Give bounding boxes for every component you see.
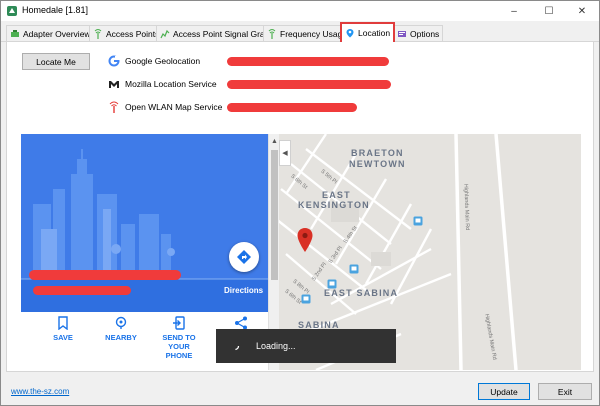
- directions-icon: [237, 250, 251, 264]
- service-name: Google Geolocation: [125, 56, 201, 66]
- loading-toast: Loading...: [216, 329, 396, 363]
- tab-label: Location: [358, 28, 391, 38]
- service-open-wlan-map: Open WLAN Map Service: [107, 100, 222, 114]
- redaction-mark: [33, 286, 131, 295]
- homedale-app-icon: [7, 6, 17, 16]
- exit-button[interactable]: Exit: [538, 383, 592, 400]
- spinner-icon: [230, 341, 240, 351]
- redaction-mark: [29, 270, 181, 280]
- tab-access-points[interactable]: Access Points: [89, 25, 164, 41]
- minimize-button[interactable]: –: [497, 1, 531, 21]
- action-label-line2: PHONE: [165, 351, 193, 360]
- options-icon: [398, 30, 406, 37]
- title-bar: Homedale [1.81] – ☐ ✕: [1, 1, 599, 21]
- transit-icon: [349, 264, 359, 274]
- redaction-mark: [227, 57, 389, 66]
- service-name: Open WLAN Map Service: [125, 102, 223, 112]
- bookmark-icon: [58, 316, 68, 330]
- tab-strip: Adapter Overview Access Points Access Po…: [1, 21, 599, 42]
- area-label: EAST SABINA: [324, 288, 399, 298]
- save-action[interactable]: SAVE: [35, 316, 91, 342]
- directions-button[interactable]: [229, 242, 259, 272]
- tab-label: Frequency Usage: [280, 28, 348, 39]
- close-button[interactable]: ✕: [565, 1, 599, 21]
- redaction-mark: [227, 103, 357, 112]
- tab-location[interactable]: Location: [340, 22, 396, 42]
- tab-label: Access Point Signal Graph: [173, 28, 275, 39]
- homedale-window: Homedale [1.81] – ☐ ✕ Adapter Overview A…: [0, 0, 600, 406]
- update-button[interactable]: Update: [478, 383, 530, 400]
- send-to-phone-action[interactable]: SEND TO YOUR PHONE: [151, 316, 207, 360]
- maximize-icon: ☐: [544, 5, 554, 17]
- location-pin-icon: [346, 29, 354, 38]
- chevron-left-icon: ◀: [282, 150, 288, 157]
- transit-icon: [301, 294, 311, 304]
- locate-me-button[interactable]: Locate Me: [22, 53, 90, 70]
- transit-icon: [327, 279, 337, 289]
- action-label: SAVE: [53, 333, 73, 342]
- scroll-thumb[interactable]: [271, 150, 278, 280]
- share-icon: [235, 316, 247, 330]
- tab-access-point-signal-graph[interactable]: Access Point Signal Graph: [156, 25, 279, 41]
- action-label: NEARBY: [105, 333, 137, 342]
- map-view[interactable]: BRAETON NEWTOWN EAST KENSINGTON EAST SAB…: [21, 134, 581, 370]
- nearby-icon: [115, 316, 127, 329]
- tab-frequency-usage[interactable]: Frequency Usage: [263, 25, 352, 41]
- loading-text: Loading...: [256, 341, 296, 351]
- location-marker-icon[interactable]: [297, 228, 313, 252]
- tab-adapter-overview[interactable]: Adapter Overview: [6, 25, 95, 41]
- antenna-icon: [94, 28, 102, 39]
- google-g-icon: [107, 55, 120, 67]
- directions-label: Directions: [224, 286, 264, 295]
- tab-label: Adapter Overview: [23, 28, 91, 39]
- send-to-phone-icon: [173, 316, 185, 330]
- collapse-panel-button[interactable]: ◀: [279, 140, 291, 166]
- location-panel: Locate Me Google Geolocation Mozilla Loc…: [6, 42, 594, 372]
- tab-options[interactable]: Options: [393, 25, 444, 41]
- redaction-mark: [227, 80, 391, 89]
- service-name: Mozilla Location Service: [125, 79, 217, 89]
- website-link[interactable]: www.the-sz.com: [11, 387, 69, 396]
- window-title: Homedale [1.81]: [22, 5, 89, 15]
- area-label: NEWTOWN: [349, 159, 406, 169]
- tab-label: Access Points: [106, 28, 160, 39]
- signal-graph-icon: [160, 29, 170, 38]
- transit-icon: [413, 216, 423, 226]
- tab-label: Options: [410, 28, 440, 39]
- service-mozilla-location: Mozilla Location Service: [107, 77, 217, 91]
- close-icon: ✕: [577, 5, 587, 17]
- antenna-icon: [268, 28, 276, 39]
- nearby-action[interactable]: NEARBY: [93, 316, 149, 342]
- mozilla-m-icon: [107, 78, 120, 90]
- area-label: KENSINGTON: [298, 200, 370, 210]
- minimize-icon: –: [511, 5, 517, 17]
- action-label-line1: SEND TO YOUR: [162, 333, 196, 351]
- service-google-geolocation: Google Geolocation: [107, 54, 200, 68]
- place-hero-image: Directions: [21, 134, 268, 312]
- maximize-button[interactable]: ☐: [532, 1, 566, 21]
- antenna-icon: [107, 101, 120, 113]
- adapter-icon: [11, 29, 19, 37]
- area-label: BRAETON: [351, 148, 404, 158]
- area-label: EAST: [322, 190, 351, 200]
